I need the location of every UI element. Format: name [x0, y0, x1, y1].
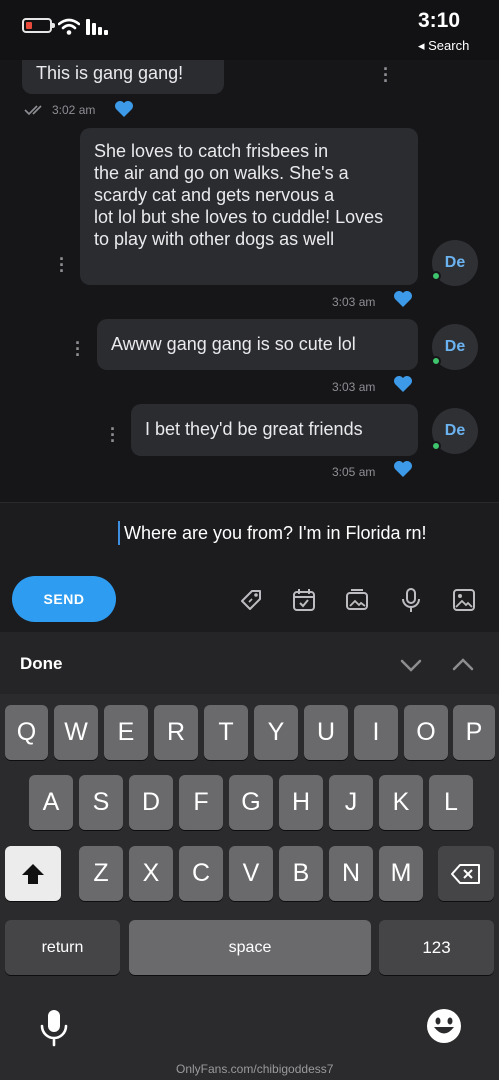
- message-time: 3:05 am: [332, 465, 376, 479]
- send-button[interactable]: SEND: [12, 576, 116, 622]
- message-options-icon[interactable]: · · ·: [58, 250, 66, 280]
- message-bubble[interactable]: She loves to catch frisbees in the air a…: [80, 128, 418, 285]
- chevron-down-icon[interactable]: [396, 650, 426, 680]
- key-f[interactable]: F: [179, 775, 223, 830]
- image-icon[interactable]: [449, 585, 479, 615]
- message-bubble[interactable]: This is gang gang!: [22, 60, 224, 94]
- key-j[interactable]: J: [329, 775, 373, 830]
- key-p[interactable]: P: [453, 705, 495, 760]
- emoji-icon[interactable]: [426, 1008, 462, 1044]
- online-status-dot: [431, 271, 441, 281]
- watermark: OnlyFans.com/chibigoddess7: [176, 1062, 334, 1076]
- keyboard: Done Q W E R T Y U I O P A S D F G H J K…: [0, 632, 499, 1080]
- key-o[interactable]: O: [404, 705, 448, 760]
- message-composer: Where are you from? I'm in Florida rn! S…: [0, 502, 499, 632]
- online-status-dot: [431, 356, 441, 366]
- shift-arrow-icon: [22, 863, 44, 884]
- signal-bars-icon: [86, 19, 108, 35]
- chevron-up-icon[interactable]: [448, 650, 478, 680]
- message-bubble[interactable]: I bet they'd be great friends: [131, 404, 418, 456]
- clock: 3:10: [418, 9, 461, 32]
- message-input[interactable]: Where are you from? I'm in Florida rn!: [124, 523, 427, 544]
- done-button[interactable]: Done: [20, 654, 63, 674]
- like-heart-icon[interactable]: [393, 460, 413, 478]
- message-options-icon[interactable]: · · ·: [109, 420, 117, 450]
- delete-key[interactable]: [438, 846, 494, 901]
- back-to-search-link[interactable]: ◂ Search: [418, 38, 469, 54]
- online-status-dot: [431, 441, 441, 451]
- key-n[interactable]: N: [329, 846, 373, 901]
- key-a[interactable]: A: [29, 775, 73, 830]
- key-r[interactable]: R: [154, 705, 198, 760]
- key-l[interactable]: L: [429, 775, 473, 830]
- key-i[interactable]: I: [354, 705, 398, 760]
- space-key[interactable]: space: [129, 920, 371, 975]
- dictation-microphone-icon[interactable]: [38, 1008, 70, 1048]
- message-options-icon[interactable]: · · ·: [74, 334, 82, 364]
- key-d[interactable]: D: [129, 775, 173, 830]
- key-q[interactable]: Q: [5, 705, 48, 760]
- message-time: 3:03 am: [332, 380, 376, 394]
- like-heart-icon[interactable]: [393, 375, 413, 393]
- key-t[interactable]: T: [204, 705, 248, 760]
- key-z[interactable]: Z: [79, 846, 123, 901]
- key-g[interactable]: G: [229, 775, 273, 830]
- key-v[interactable]: V: [229, 846, 273, 901]
- key-k[interactable]: K: [379, 775, 423, 830]
- text-cursor: [118, 521, 120, 545]
- backspace-icon: [451, 863, 480, 884]
- like-heart-icon[interactable]: [114, 100, 134, 118]
- key-b[interactable]: B: [279, 846, 323, 901]
- key-e[interactable]: E: [104, 705, 148, 760]
- key-m[interactable]: M: [379, 846, 423, 901]
- key-x[interactable]: X: [129, 846, 173, 901]
- calendar-icon[interactable]: [289, 585, 319, 615]
- read-receipt-icon: [24, 105, 42, 116]
- key-w[interactable]: W: [54, 705, 98, 760]
- key-u[interactable]: U: [304, 705, 348, 760]
- message-options-icon[interactable]: · · ·: [382, 60, 390, 90]
- key-y[interactable]: Y: [254, 705, 298, 760]
- battery-low-icon: [22, 18, 55, 33]
- key-h[interactable]: H: [279, 775, 323, 830]
- wifi-icon: [58, 18, 80, 35]
- like-heart-icon[interactable]: [393, 290, 413, 308]
- message-list[interactable]: This is gang gang! · · · 3:02 am She loves…: [0, 60, 499, 502]
- message-time: 3:02 am: [52, 103, 96, 117]
- microphone-icon[interactable]: [396, 585, 426, 615]
- keyboard-accessory-bar: Done: [0, 632, 499, 694]
- numbers-key[interactable]: 123: [379, 920, 494, 975]
- media-icon[interactable]: [342, 585, 372, 615]
- price-tag-icon[interactable]: [236, 585, 266, 615]
- shift-key[interactable]: [5, 846, 61, 901]
- return-key[interactable]: return: [5, 920, 120, 975]
- key-s[interactable]: S: [79, 775, 123, 830]
- status-bar: 3:10 ◂ Search: [0, 0, 499, 60]
- key-c[interactable]: C: [179, 846, 223, 901]
- message-bubble[interactable]: Awww gang gang is so cute lol: [97, 319, 418, 370]
- message-time: 3:03 am: [332, 295, 376, 309]
